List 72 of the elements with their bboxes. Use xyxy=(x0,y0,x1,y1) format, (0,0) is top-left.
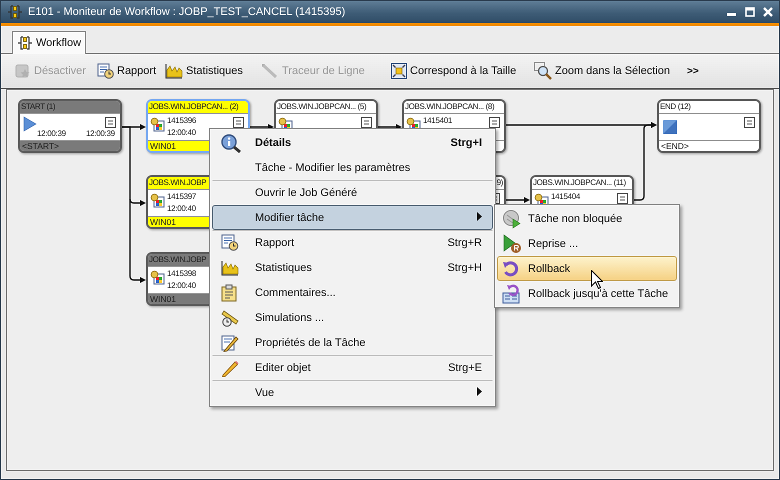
menu-item[interactable]: Rollback xyxy=(497,256,677,281)
submenu-arrow-icon xyxy=(477,386,482,396)
run-id: 1415404 xyxy=(551,192,580,202)
report-icon xyxy=(97,63,114,79)
document-icon xyxy=(744,117,755,128)
run-id: 1415401 xyxy=(423,116,452,126)
undo-document-icon xyxy=(502,284,522,304)
toolbar-button[interactable]: Statistiques xyxy=(163,59,259,83)
menu-item[interactable]: Editer objet Strg+E xyxy=(212,355,493,380)
document-icon xyxy=(233,117,244,128)
toolbar-button[interactable]: Correspond à la Taille xyxy=(389,59,532,83)
node-header: END (12) xyxy=(659,101,759,113)
report-icon xyxy=(221,234,239,251)
toolbar-button[interactable]: Zoom dans la Sélection xyxy=(532,59,679,83)
menu-item[interactable]: Propriétés de la Tâche xyxy=(212,330,493,355)
job-icon xyxy=(150,193,165,208)
diagonal-line-icon xyxy=(261,63,279,79)
window-title: E101 - Moniteur de Workflow : JOBP_TEST_CANCEL (1415395) xyxy=(28,6,346,18)
start-time: 12:00:40 xyxy=(167,281,196,291)
end-time: 12:00:39 xyxy=(86,129,115,139)
pencil-icon xyxy=(221,358,239,376)
start-time: 12:00:39 xyxy=(37,129,66,139)
run-id: 1415397 xyxy=(167,192,196,202)
stopwatch-ruler-icon xyxy=(221,308,239,326)
chart-icon xyxy=(221,260,239,276)
menu-item[interactable]: Modifier tâche xyxy=(212,205,493,230)
menu-item[interactable]: Simulations ... xyxy=(212,305,493,330)
workflow-node[interactable]: END (12) <END> xyxy=(657,99,761,153)
run-id: 1415396 xyxy=(167,116,196,126)
close-icon[interactable] xyxy=(763,7,773,17)
maximize-icon[interactable] xyxy=(745,7,755,17)
node-footer: <START> xyxy=(20,141,120,151)
job-icon xyxy=(150,270,165,285)
toolbar-button[interactable]: Rapport xyxy=(95,59,163,83)
menu-item[interactable]: Vue xyxy=(212,380,493,405)
chart-icon xyxy=(165,63,183,79)
menu-item[interactable]: Reprise ... xyxy=(497,231,677,256)
document-icon xyxy=(489,117,500,128)
document-icon xyxy=(617,193,628,204)
undo-icon xyxy=(502,260,520,278)
workflow-icon xyxy=(7,5,23,19)
job-icon xyxy=(150,117,165,132)
document-pencil-icon xyxy=(221,334,239,352)
start-time: 12:00:40 xyxy=(167,128,196,138)
cursor-icon xyxy=(591,270,603,289)
menu-item[interactable]: Rollback jusqu'à cette Tâche xyxy=(497,281,677,306)
node-header: START (1) xyxy=(20,101,120,113)
play-badge-icon xyxy=(502,208,522,228)
end-icon xyxy=(663,120,677,134)
node-footer: <END> xyxy=(659,141,759,151)
clipboard-icon xyxy=(221,284,237,302)
more-button[interactable]: >> xyxy=(683,66,703,76)
node-header: JOBS.WIN.JOBPCAN... (5) xyxy=(276,101,376,113)
connector-arrow xyxy=(506,197,530,203)
deactivate-icon xyxy=(15,63,31,79)
tab[interactable]: Workflow xyxy=(12,31,86,54)
start-time: 12:00:40 xyxy=(167,204,196,214)
workflow-node[interactable]: START (1) 12:00:39 12:00:39 <START> xyxy=(18,99,122,153)
zoom-icon xyxy=(534,62,552,80)
node-header: JOBS.WIN.JOBPCAN... (2) xyxy=(148,101,248,113)
fit-to-size-icon xyxy=(391,63,407,79)
workflow-icon xyxy=(17,36,33,50)
restart-icon xyxy=(502,234,522,254)
menu-item[interactable]: Rapport Strg+R xyxy=(212,230,493,255)
magnifier-icon xyxy=(221,132,243,152)
node-header: JOBS.WIN.JOBPCAN... (8) xyxy=(404,101,504,113)
document-icon xyxy=(105,117,116,128)
submenu-arrow-icon xyxy=(477,212,482,220)
play-icon xyxy=(23,116,37,132)
run-id: 1415398 xyxy=(167,269,196,279)
document-icon xyxy=(361,117,372,128)
node-header: JOBS.WIN.JOBPCAN... (11) xyxy=(532,177,632,189)
